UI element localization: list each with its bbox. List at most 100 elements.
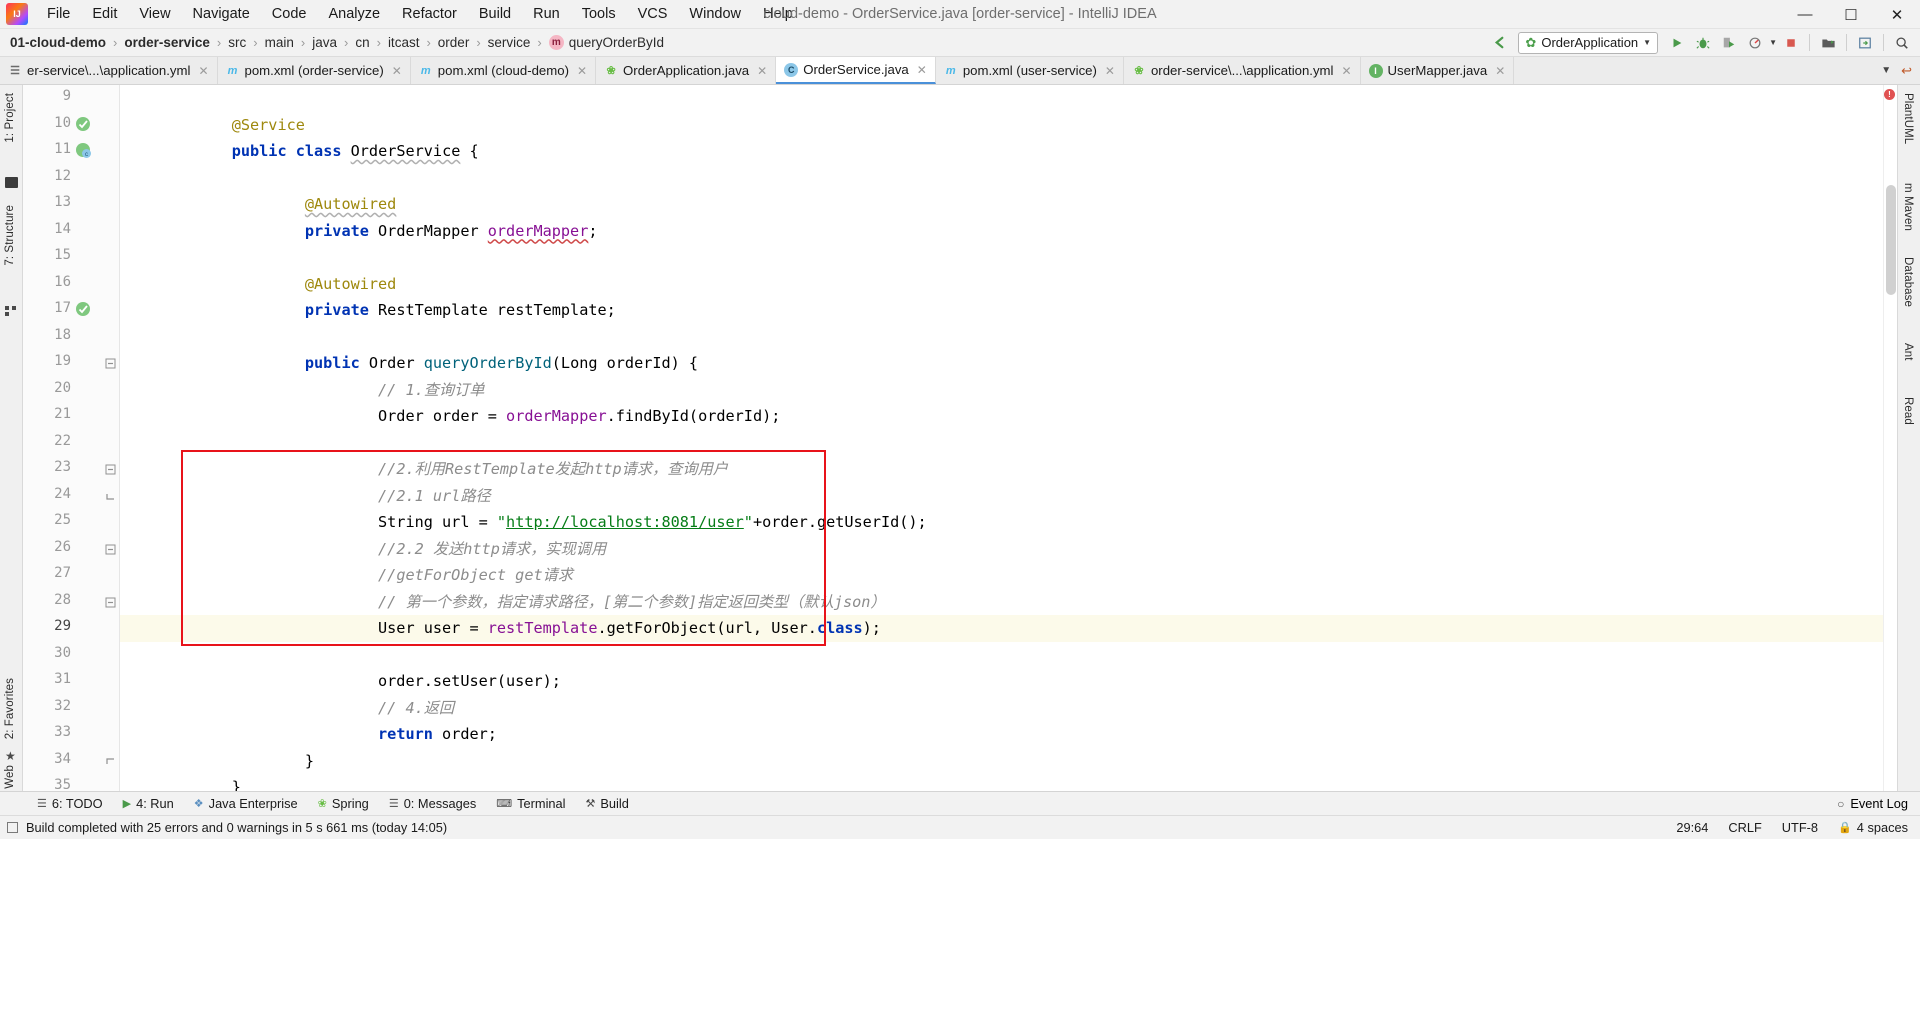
menu-item-window[interactable]: Window [678,3,752,25]
menu-item-tools[interactable]: Tools [571,3,627,25]
sidebar-item-web[interactable]: Web [4,765,16,789]
close-icon[interactable]: ✕ [917,63,927,77]
close-icon[interactable]: ✕ [757,64,767,78]
toolwindow-button-terminal[interactable]: ⌨ Terminal [487,794,574,813]
menu-item-view[interactable]: View [128,3,181,25]
sidebar-item-project[interactable]: 1: Project [4,93,16,143]
code-line[interactable]: private OrderMapper orderMapper; [119,218,1883,245]
code-line[interactable] [119,85,1883,112]
code-line[interactable]: // 1.查询订单 [119,377,1883,404]
code-line[interactable]: User user = restTemplate.getForObject(ur… [119,615,1883,642]
menu-item-edit[interactable]: Edit [81,3,128,25]
toolwindow-button-0-messages[interactable]: ☰ 0: Messages [380,794,485,813]
sidebar-item-database[interactable]: Database [1902,257,1914,307]
gutter-line[interactable]: 34 [23,748,119,775]
code-fold-icon[interactable] [105,597,116,608]
toolwindow-button-6-todo[interactable]: ☰ 6: TODO [28,794,112,813]
gutter-line[interactable]: 9 [23,85,119,112]
code-line[interactable]: public Order queryOrderById(Long orderId… [119,350,1883,377]
gutter-line[interactable]: 22 [23,430,119,457]
code-line[interactable]: @Autowired [119,271,1883,298]
breadcrumb-item-order-service[interactable]: order-service [124,35,210,50]
sidebar-item-favorites[interactable]: 2: Favorites [4,678,16,739]
code-line[interactable]: //2.利用RestTemplate发起http请求，查询用户 [119,456,1883,483]
close-icon[interactable]: ✕ [1495,64,1505,78]
back-arrow-icon[interactable] [1487,32,1511,54]
menu-item-analyze[interactable]: Analyze [317,3,391,25]
code-fold-icon[interactable] [105,491,116,502]
gutter-line[interactable]: 10 [23,112,119,139]
gutter-line[interactable]: 18 [23,324,119,351]
indent-setting[interactable]: 4 spaces [1857,820,1908,835]
sidebar-item-ant[interactable]: Ant [1902,343,1914,361]
code-fold-icon[interactable] [105,756,116,767]
toolwindow-button-build[interactable]: ⚒ Build [577,794,638,813]
menu-item-run[interactable]: Run [522,3,571,25]
gutter-line[interactable]: 23 [23,456,119,483]
editor-tab-order-service-application-yml[interactable]: ❀ order-service\...\application.yml ✕ [1124,57,1361,84]
gutter-line[interactable]: 21 [23,403,119,430]
breadcrumb-item-java[interactable]: java [312,35,337,50]
menu-item-file[interactable]: File [36,3,81,25]
gutter-line[interactable]: 19 [23,350,119,377]
gutter-line[interactable]: 29 [23,615,119,642]
editor-tab-er-service-application-yml[interactable]: ☰ er-service\...\application.yml ✕ [0,57,218,84]
caret-position[interactable]: 29:64 [1676,820,1708,835]
code-line[interactable]: } [119,774,1883,791]
code-line[interactable]: return order; [119,721,1883,748]
gutter-line[interactable]: 27 [23,562,119,589]
toolwindow-button-spring[interactable]: ❀ Spring [309,794,378,813]
breadcrumb-item-queryorderbyid[interactable]: m queryOrderById [548,35,664,50]
close-icon[interactable]: ✕ [198,64,208,78]
code-line[interactable]: @Service [119,112,1883,139]
close-icon[interactable]: ✕ [1105,64,1115,78]
chevron-down-icon[interactable]: ▼ [1643,38,1651,47]
window-maximize-icon[interactable]: ☐ [1828,0,1874,29]
chevron-down-icon[interactable]: ▼ [1881,65,1891,76]
gutter-line[interactable]: 26 [23,536,119,563]
close-icon[interactable]: ✕ [1341,64,1351,78]
gutter-line[interactable]: 17 [23,297,119,324]
window-close-icon[interactable]: ✕ [1874,0,1920,29]
window-minimize-icon[interactable]: — [1782,0,1828,29]
gutter-line[interactable]: 15 [23,244,119,271]
breadcrumb-item-main[interactable]: main [265,35,294,50]
code-line[interactable]: //2.1 url路径 [119,483,1883,510]
gutter-line[interactable]: 12 [23,165,119,192]
profiler-icon[interactable] [1743,32,1767,54]
code-line[interactable]: public class OrderService { [119,138,1883,165]
code-editor[interactable]: 9 10 11 c 12 13 14 15 16 17 18 19 20 21 22 23 24 25 26 27 28… [23,85,1897,791]
debug-bug-icon[interactable] [1691,32,1715,54]
sidebar-item-maven[interactable]: m Maven [1902,183,1914,231]
code-line[interactable] [119,642,1883,669]
editor-tab-pom-xml-cloud-demo-[interactable]: m pom.xml (cloud-demo) ✕ [411,57,597,84]
editor-tab-orderapplication-java[interactable]: ❀ OrderApplication.java ✕ [596,57,777,84]
breadcrumb-item-cn[interactable]: cn [355,35,369,50]
run-with-coverage-icon[interactable] [1717,32,1741,54]
code-fold-icon[interactable] [105,464,116,475]
code-line[interactable] [119,324,1883,351]
event-log-area[interactable]: ○ Event Log [1837,796,1920,811]
toolwindow-button-java-enterprise[interactable]: ❖ Java Enterprise [185,794,307,813]
gutter-line[interactable]: 24 [23,483,119,510]
editor-marker-bar[interactable]: ! [1883,85,1897,791]
search-everywhere-icon[interactable] [1890,32,1914,54]
editor-code-area[interactable]: @Service public class OrderService { @Au… [119,85,1883,791]
editor-scrollbar-thumb[interactable] [1886,185,1896,295]
code-line[interactable]: @Autowired [119,191,1883,218]
code-line[interactable]: String url = "http://localhost:8081/user… [119,509,1883,536]
editor-tab-pom-xml-user-service-[interactable]: m pom.xml (user-service) ✕ [936,57,1124,84]
code-line[interactable] [119,430,1883,457]
menu-item-refactor[interactable]: Refactor [391,3,468,25]
chevron-down-icon[interactable]: ▼ [1769,38,1777,47]
code-line[interactable]: } [119,748,1883,775]
code-fold-icon[interactable] [105,358,116,369]
sidebar-item-structure[interactable]: 7: Structure [4,205,16,266]
breadcrumb-item-itcast[interactable]: itcast [388,35,420,50]
code-line[interactable]: order.setUser(user); [119,668,1883,695]
toolwindow-button-4-run[interactable]: ▶ 4: Run [114,794,183,813]
gutter-line[interactable]: 31 [23,668,119,695]
close-icon[interactable]: ✕ [577,64,587,78]
gutter-line[interactable]: 32 [23,695,119,722]
code-line[interactable]: //getForObject get请求 [119,562,1883,589]
